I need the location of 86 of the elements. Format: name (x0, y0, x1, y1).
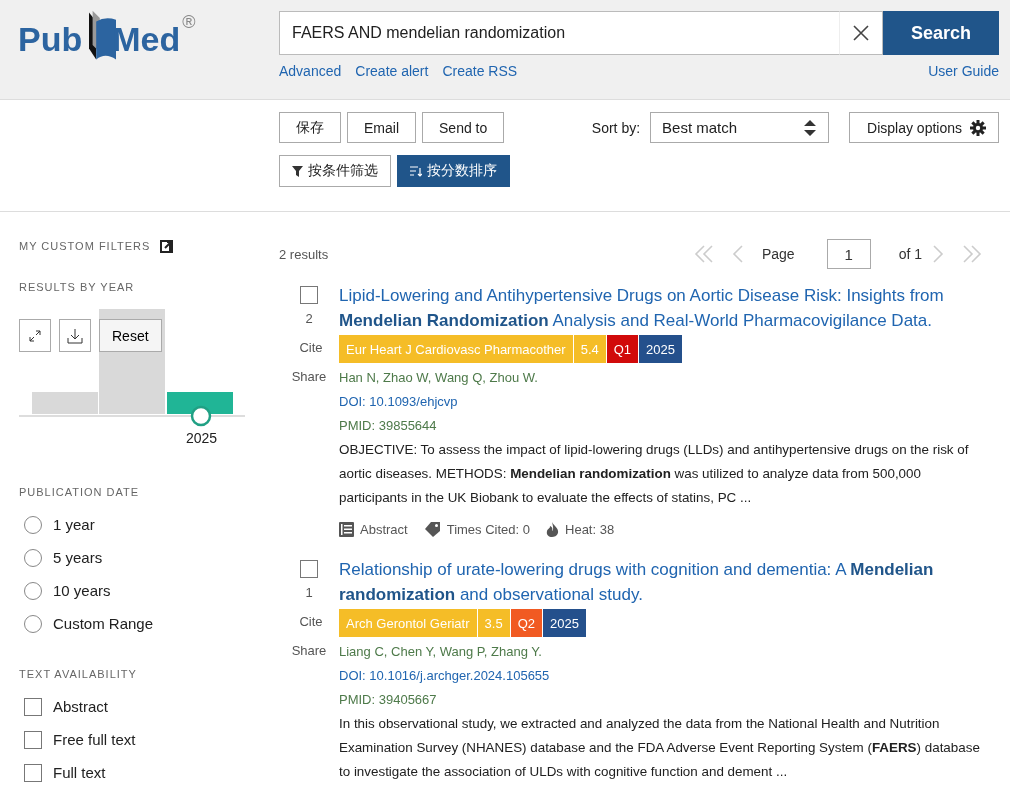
page-total: of 1 (898, 246, 922, 262)
search-link[interactable]: Create RSS (442, 63, 518, 79)
abstract-link[interactable]: Abstract (360, 522, 408, 537)
external-link-icon[interactable] (160, 239, 174, 253)
result-number: 1 (305, 585, 313, 600)
search-link[interactable]: Advanced (279, 63, 342, 79)
checkbox[interactable] (24, 730, 42, 749)
section-heading: RESULTS BY YEAR (19, 281, 136, 295)
flame-icon (546, 522, 559, 537)
user-guide-link[interactable]: User Guide (928, 63, 999, 79)
journal-tag: Q2 (510, 609, 542, 637)
funnel-icon (292, 165, 303, 177)
doi-link[interactable]: DOI: 10.1016/j.archger.2024.105655 (339, 664, 990, 688)
cite-link[interactable]: Cite (299, 340, 323, 355)
histogram-bar (167, 392, 233, 414)
journal-tag: 2025 (542, 609, 586, 637)
results-count: 2 results (279, 246, 329, 262)
download-icon (67, 327, 83, 344)
journal-tag: 5.4 (573, 335, 606, 363)
clear-button[interactable] (839, 11, 883, 55)
article-title-link[interactable]: Relationship of urate-lowering drugs with cognition and dementia: A Mendelian randomization and observational study. (339, 557, 990, 607)
search-field[interactable]: FAERS AND mendelian randomization (279, 11, 839, 55)
sort-icon (410, 165, 422, 177)
share-link[interactable]: Share (291, 643, 327, 658)
section-heading: MY CUSTOM FILTERS (19, 240, 151, 252)
logo-text: Pub (18, 22, 83, 56)
checkbox[interactable] (24, 763, 42, 782)
book-icon (339, 522, 354, 537)
close-icon (852, 24, 870, 42)
section-heading: TEXT AVAILABILITY (19, 668, 138, 682)
display-options-button[interactable]: Display options (849, 112, 999, 143)
pmid: PMID: 39405667 (339, 691, 438, 709)
option-label[interactable]: 5 years (53, 549, 103, 566)
previous-page-icon[interactable] (731, 244, 744, 264)
sort-select[interactable]: Best match (650, 112, 830, 143)
journal-tag: Q1 (606, 335, 639, 363)
last-page-icon[interactable] (962, 244, 982, 264)
authors: Han N, Zhao W, Wang Q, Zhou W. (339, 369, 539, 387)
journal-tag: 2025 (639, 335, 682, 363)
reset-button[interactable]: Reset (99, 319, 162, 352)
page-label: Page (761, 246, 795, 262)
checkbox[interactable] (300, 560, 318, 578)
expand-button[interactable] (19, 319, 51, 352)
article-title-link[interactable]: Lipid-Lowering and Antihypertensive Drugs on Aortic Disease Risk: Insights from Mendelian Randomization Analysis and Real-World Pharmacovigilance Data. (339, 283, 990, 333)
option-label[interactable]: Free full text (53, 731, 136, 748)
sort-score-button[interactable]: 按分数排序 (397, 155, 510, 187)
sort-label: Sort by: (591, 119, 641, 136)
action-button[interactable]: Send to (422, 112, 505, 143)
search-link[interactable]: Create alert (355, 63, 429, 79)
cite-link[interactable]: Cite (299, 614, 323, 629)
section-heading: PUBLICATION DATE (19, 486, 141, 500)
share-link[interactable]: Share (291, 369, 327, 384)
download-button[interactable] (59, 319, 91, 352)
authors: Liang C, Chen Y, Wang P, Zhang Y. (339, 643, 543, 661)
first-page-icon[interactable] (693, 244, 714, 264)
action-button[interactable]: 保存 (279, 112, 341, 143)
option-label[interactable]: 10 years (53, 582, 111, 599)
action-button[interactable]: Email (347, 112, 416, 143)
sort-arrows-icon (804, 118, 817, 137)
option-label[interactable]: Full text (53, 764, 106, 781)
registered-mark: ® (182, 12, 196, 33)
checkbox[interactable] (300, 286, 318, 304)
expand-icon (29, 329, 41, 342)
year-label: 2025 (186, 430, 218, 446)
journal-tag: 3.5 (477, 609, 510, 637)
journal-tag: Arch Gerontol Geriatr (339, 609, 477, 637)
pmid: PMID: 39855644 (339, 417, 438, 435)
result-number: 2 (305, 311, 313, 326)
tag-icon (423, 522, 441, 537)
doi-link[interactable]: DOI: 10.1093/ehjcvp (339, 390, 990, 414)
page-input[interactable]: 1 (826, 239, 871, 269)
filter-button[interactable]: 按条件筛选 (279, 155, 391, 187)
option-label[interactable]: 1 year (53, 516, 95, 533)
settings-icon (970, 119, 986, 136)
journal-tag: Eur Heart J Cardiovasc Pharmacother (339, 335, 573, 363)
next-page-icon[interactable] (932, 244, 944, 264)
abstract-snippet: In this observational study, we extracted and analyzed the data from the National Health and Nutrition Examination Survey (NHANES) database and the FDA Adverse Event Reporting System (FAERS) database to investigate the association of ULDs with cognitive function and dement ... (339, 715, 981, 781)
checkbox[interactable] (24, 697, 42, 716)
option-label[interactable]: Custom Range (53, 615, 154, 632)
times-cited: Times Cited: 0 (446, 522, 530, 537)
heat-count: Heat: 38 (565, 522, 615, 537)
logo-text: Med (112, 22, 181, 56)
abstract-snippet: OBJECTIVE: To assess the impact of lipid-lowering drugs (LLDs) and antihypertensive drugs on the risk of aortic diseases. METHODS: Mendelian randomization was utilized to analyze data from 500,000 participants in the UK Biobank to evaluate the effects of statins, PC ... (339, 441, 970, 507)
slider-handle[interactable] (190, 405, 212, 427)
option-label[interactable]: Abstract (53, 698, 109, 715)
search-button[interactable]: Search (883, 11, 999, 55)
